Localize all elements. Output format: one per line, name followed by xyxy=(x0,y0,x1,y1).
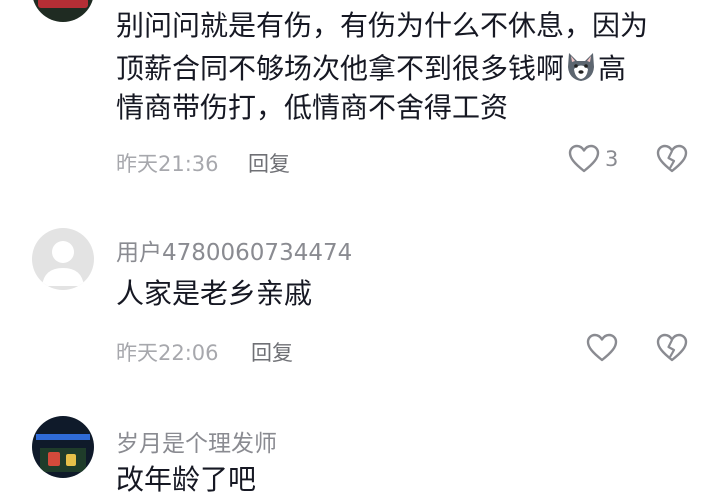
comment-2-reply-button[interactable]: 回复 xyxy=(251,337,293,367)
comment-1-text-line-2-tail: 高 xyxy=(598,52,627,85)
heart-outline-icon[interactable] xyxy=(568,144,600,174)
comment-1-like-count: 3 xyxy=(605,147,619,171)
comment-2-avatar[interactable] xyxy=(32,228,94,290)
broken-heart-icon[interactable] xyxy=(656,144,688,174)
comment-2-timestamp: 昨天22:06 xyxy=(116,341,219,365)
comment-1-reply-button[interactable]: 回复 xyxy=(248,148,290,178)
comment-1-text-line-2: 顶薪合同不够场次他拿不到很多钱啊 高 xyxy=(116,47,626,90)
comment-1-text-line-2-part: 顶薪合同不够场次他拿不到很多钱啊 xyxy=(116,52,565,85)
comment-1-avatar[interactable] xyxy=(32,0,94,22)
broken-heart-icon[interactable] xyxy=(656,333,688,363)
husky-dog-emoji xyxy=(565,51,597,83)
comment-3-text: 改年龄了吧 xyxy=(116,463,257,496)
comment-3-username[interactable]: 岁月是个理发师 xyxy=(116,424,277,458)
comment-2-username[interactable]: 用户4780060734474 xyxy=(116,233,352,267)
comment-3-avatar[interactable] xyxy=(32,416,94,478)
heart-outline-icon[interactable] xyxy=(586,333,618,363)
comment-1-timestamp: 昨天21:36 xyxy=(116,152,219,176)
comment-2-text: 人家是老乡亲戚 xyxy=(116,277,313,310)
comment-1-text-line-1: 别问问就是有伤，有伤为什么不休息，因为 xyxy=(116,9,649,42)
comment-1-text-line-3: 情商带伤打，低情商不舍得工资 xyxy=(116,91,509,124)
